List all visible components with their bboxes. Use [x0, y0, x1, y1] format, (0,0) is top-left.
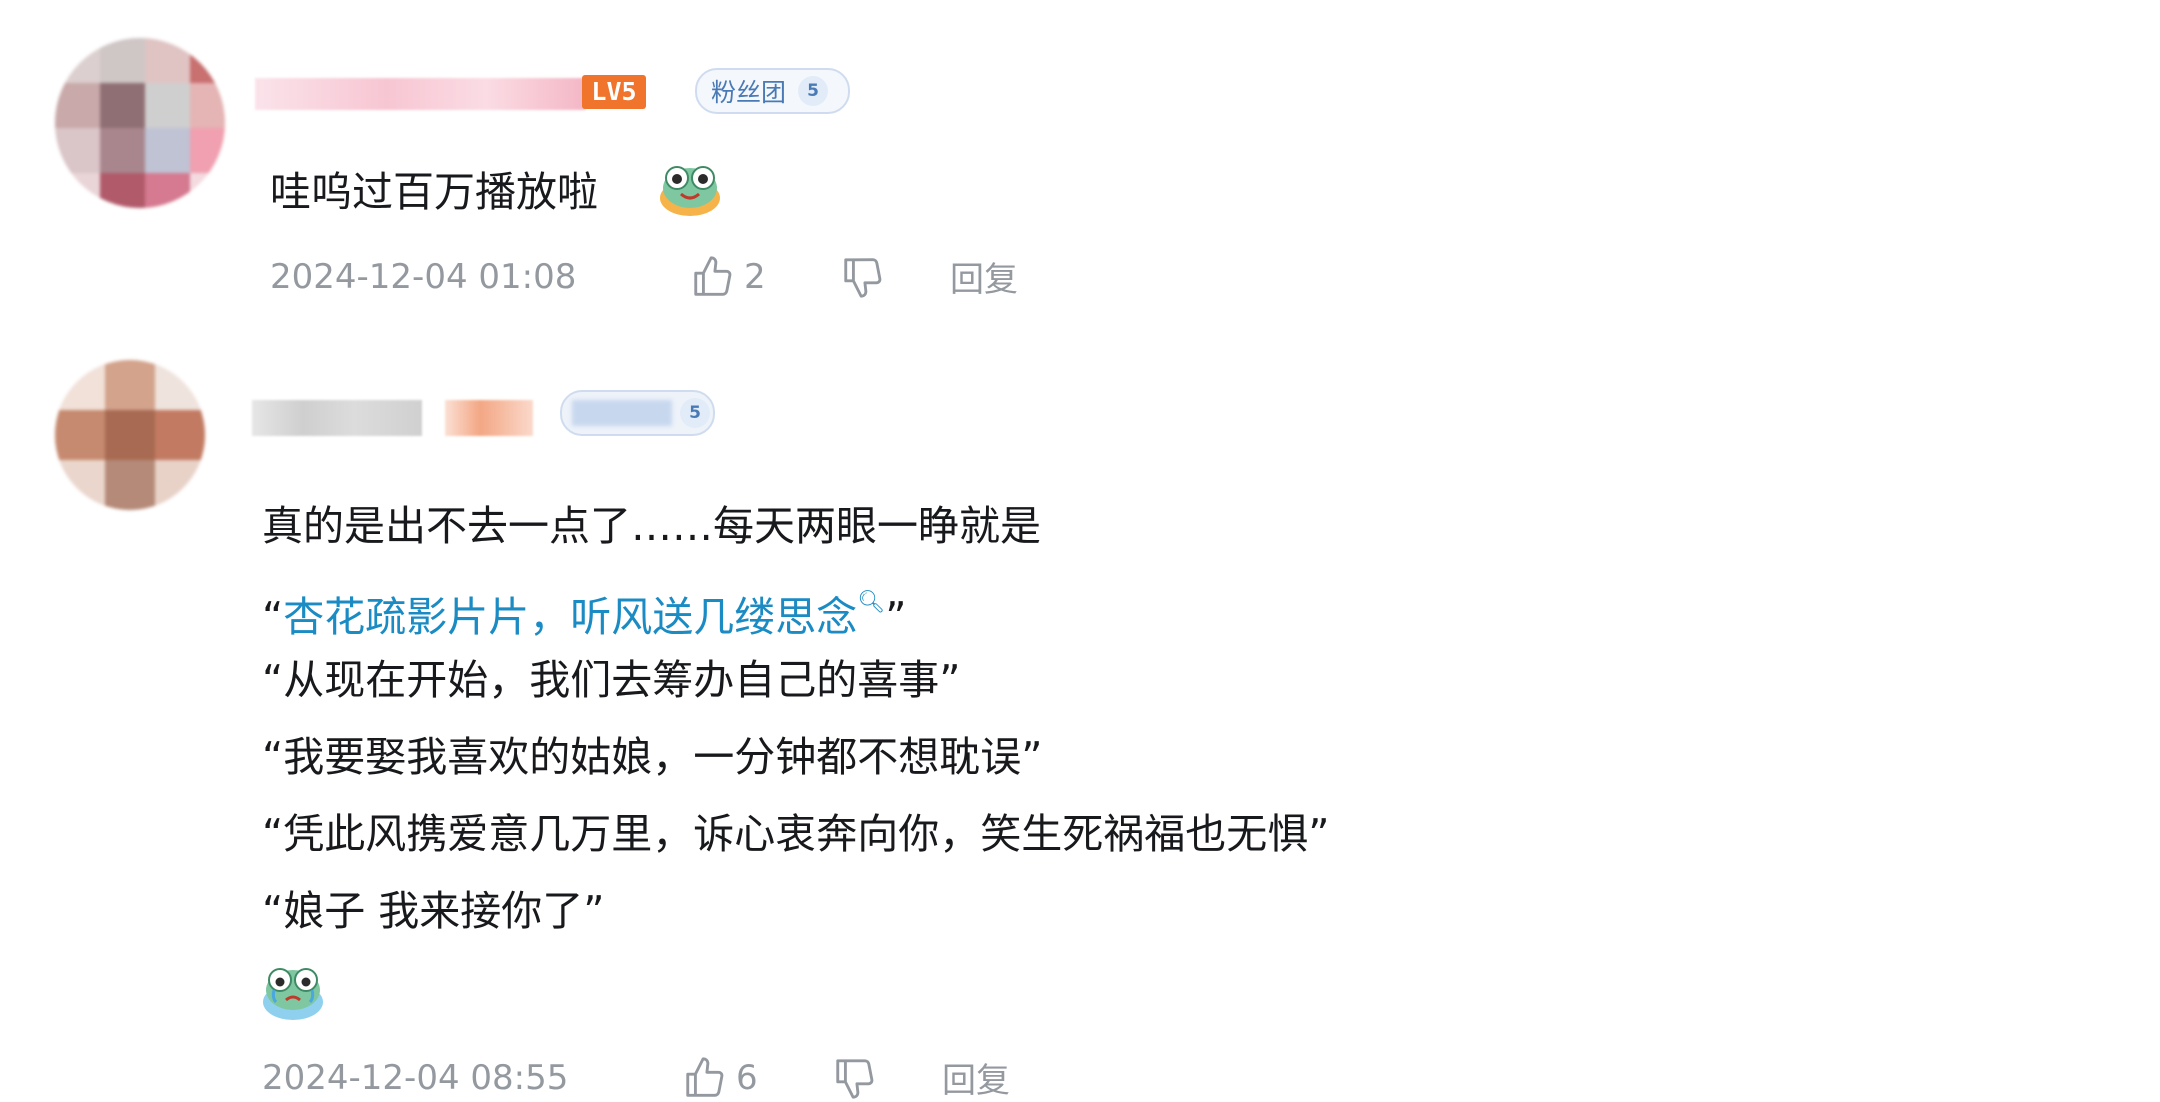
comment-2: 5 真的是出不去一点了……每天两眼一睁就是 “杏花疏影片片，听风送几缕思念🔍︎”… [0, 330, 2160, 1102]
fan-badge-label-redacted [572, 400, 672, 426]
like-count: 2 [744, 256, 766, 297]
fan-badge[interactable]: 粉丝团 5 [695, 68, 850, 114]
comment-text-line-3: “从现在开始，我们去筹办自己的喜事” [262, 656, 961, 704]
comment-text-line-4: “我要娶我喜欢的姑娘，一分钟都不想耽误” [262, 733, 1043, 781]
search-link[interactable]: 杏花疏影片片，听风送几缕思念 [283, 593, 857, 641]
comment-text-line-5: “凭此风携爱意几万里，诉心衷奔向你，笑生死祸福也无惧” [262, 810, 1330, 858]
comment-text-line-6: “娘子 我来接你了” [262, 887, 605, 935]
like-button[interactable]: 6 [682, 1055, 832, 1101]
comment-text-line-1: 真的是出不去一点了……每天两眼一睁就是 [262, 502, 1041, 550]
timestamp: 2024-12-04 01:08 [270, 256, 577, 297]
reply-button[interactable]: 回复 [950, 252, 1018, 301]
level-badge: LV5 [582, 75, 646, 109]
like-count: 6 [736, 1057, 758, 1098]
comment-text: 哇呜过百万播放啦 [270, 168, 598, 216]
reply-button[interactable]: 回复 [942, 1053, 1010, 1102]
fan-badge-label: 粉丝团 [711, 78, 787, 107]
like-button[interactable]: 2 [690, 254, 840, 300]
thumbs-up-icon [694, 255, 732, 296]
fan-badge-level: 5 [798, 76, 829, 106]
frog-emoji-icon [660, 166, 720, 216]
avatar[interactable] [55, 360, 205, 510]
dislike-button[interactable] [832, 1055, 942, 1101]
username[interactable] [255, 78, 585, 110]
fan-badge-level: 5 [680, 398, 710, 428]
thumbs-up-icon [686, 1056, 724, 1097]
comment-meta: 2024-12-04 08:55 6 回复 [262, 1053, 1010, 1102]
avatar[interactable] [55, 38, 225, 208]
thumbs-down-icon [836, 1058, 874, 1099]
search-icon[interactable]: 🔍︎ [857, 590, 885, 615]
timestamp: 2024-12-04 08:55 [262, 1057, 569, 1098]
fan-badge[interactable]: 5 [560, 390, 715, 436]
user-tag [445, 400, 533, 436]
username[interactable] [252, 400, 422, 436]
comment-text-line-2: “杏花疏影片片，听风送几缕思念🔍︎” [262, 590, 907, 641]
frog-crying-emoji-icon [263, 968, 323, 1020]
dislike-button[interactable] [840, 254, 950, 300]
comment-meta: 2024-12-04 01:08 2 回复 [270, 252, 1018, 301]
comment-1: LV5 粉丝团 5 哇呜过百万播放啦 2024-12-04 01:08 2 回复 [0, 0, 2160, 330]
thumbs-down-icon [844, 257, 882, 298]
